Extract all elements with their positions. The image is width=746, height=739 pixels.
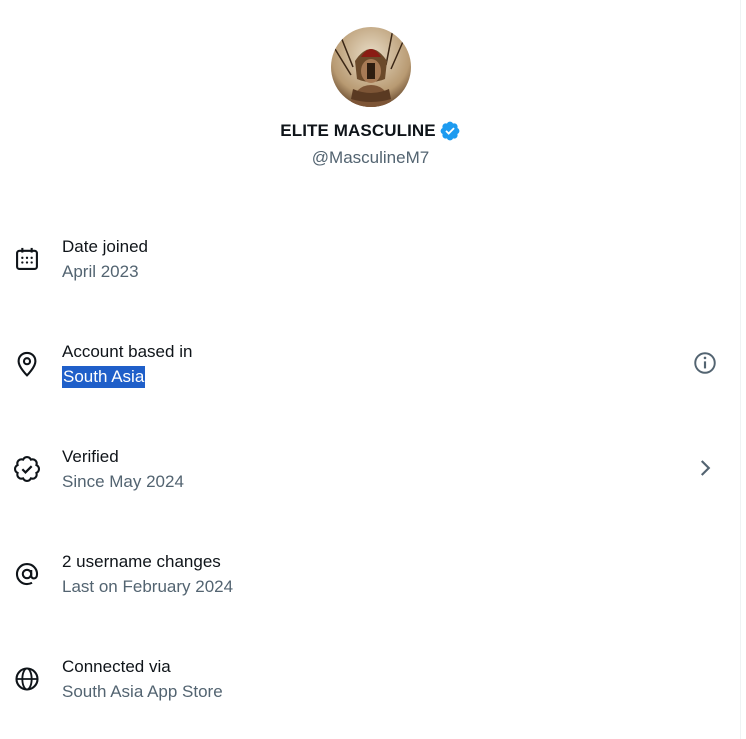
row-account-based-in: Account based in South Asia bbox=[0, 310, 741, 415]
name-row: ELITE MASCULINE bbox=[0, 120, 741, 142]
row-value: April 2023 bbox=[62, 262, 139, 281]
display-name: ELITE MASCULINE bbox=[280, 121, 436, 140]
row-connected-via: Connected via South Asia App Store bbox=[0, 625, 741, 730]
row-label: Account based in bbox=[62, 342, 193, 361]
verified-check-icon bbox=[13, 455, 41, 483]
row-value: Last on February 2024 bbox=[62, 577, 234, 596]
row-value: South Asia App Store bbox=[62, 682, 223, 701]
row-value-selected: South Asia bbox=[62, 366, 146, 388]
avatar[interactable] bbox=[330, 27, 411, 107]
calendar-icon bbox=[16, 247, 38, 270]
verified-badge-icon bbox=[440, 121, 460, 141]
info-icon[interactable] bbox=[692, 350, 718, 376]
globe-icon bbox=[15, 667, 39, 691]
row-label: Date joined bbox=[62, 237, 149, 256]
row-value: Since May 2024 bbox=[62, 472, 184, 491]
profile-header: ELITE MASCULINE @MasculineM7 bbox=[0, 27, 741, 168]
at-sign-icon bbox=[15, 563, 39, 586]
row-label: 2 username changes bbox=[62, 552, 221, 571]
row-label: Verified bbox=[62, 447, 119, 466]
row-verified[interactable]: Verified Since May 2024 bbox=[0, 415, 741, 520]
location-pin-icon bbox=[17, 351, 37, 377]
row-date-joined: Date joined April 2023 bbox=[0, 205, 741, 310]
handle: @MasculineM7 bbox=[311, 148, 430, 167]
chevron-right-icon[interactable] bbox=[692, 455, 718, 481]
row-username-changes: 2 username changes Last on February 2024 bbox=[0, 520, 741, 625]
row-label: Connected via bbox=[62, 657, 171, 676]
